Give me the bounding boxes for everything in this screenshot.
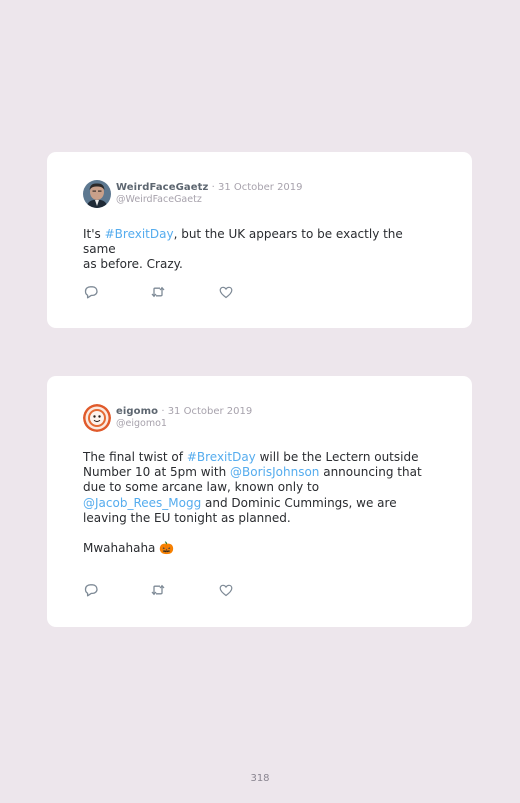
text-segment: The final twist of	[83, 450, 187, 464]
mention-link[interactable]: @Jacob_Rees_Mogg	[83, 496, 201, 510]
tweet-text-line: leaving the EU tonight as planned.	[83, 511, 433, 526]
separator-dot: ·	[208, 182, 218, 193]
tweet-text-line: The final twist of #BrexitDay will be th…	[83, 450, 433, 465]
author-name[interactable]: eigomo	[116, 406, 158, 417]
tweet-text-line: as before. Crazy.	[83, 257, 433, 272]
text-segment: due to some arcane law, known only to	[83, 480, 320, 495]
tweet-text-line: Mwahahaha 🎃	[83, 541, 433, 556]
tweet-text-line: @Jacob_Rees_Mogg and Dominic Cummings, w…	[83, 496, 433, 511]
tweet-text-line: Number 10 at 5pm with @BorisJohnson anno…	[83, 465, 433, 480]
reply-icon[interactable]	[83, 582, 99, 598]
page-number: 318	[250, 773, 270, 784]
reply-icon[interactable]	[83, 284, 99, 300]
text-segment: and Dominic Cummings, we are	[201, 495, 397, 510]
hashtag-link[interactable]: #BrexitDay	[187, 450, 256, 464]
avatar[interactable]	[83, 180, 111, 208]
retweet-icon[interactable]	[150, 284, 166, 300]
hashtag-link[interactable]: #BrexitDay	[105, 227, 174, 241]
like-icon[interactable]	[218, 284, 234, 300]
author-handle[interactable]: @eigomo1	[116, 418, 167, 430]
tweet-date[interactable]: 31 October 2019	[168, 406, 253, 417]
like-icon[interactable]	[218, 582, 234, 598]
mention-link[interactable]: @BorisJohnson	[230, 465, 319, 479]
tweet-date[interactable]: 31 October 2019	[218, 182, 303, 193]
author-line: eigomo · 31 October 2019	[116, 405, 252, 418]
text-segment: as before. Crazy.	[83, 257, 183, 272]
retweet-icon[interactable]	[150, 582, 166, 598]
tweet-body: The final twist of #BrexitDay will be th…	[83, 450, 433, 556]
text-segment: will be the Lectern outside	[255, 450, 419, 464]
author-name[interactable]: WeirdFaceGaetz	[116, 182, 208, 193]
tweet-text-line: due to some arcane law, known only to	[83, 480, 433, 495]
text-segment: announcing that	[319, 465, 422, 480]
text-segment: leaving the EU tonight as planned.	[83, 510, 291, 525]
avatar[interactable]	[83, 404, 111, 432]
author-line: WeirdFaceGaetz · 31 October 2019	[116, 181, 303, 194]
tweet-card: eigomo · 31 October 2019 @eigomo1 The fi…	[47, 376, 472, 627]
author-handle[interactable]: @WeirdFaceGaetz	[116, 194, 202, 206]
tweet-card: WeirdFaceGaetz · 31 October 2019 @WeirdF…	[47, 152, 472, 328]
tweet-text-line: It's #BrexitDay, but the UK appears to b…	[83, 227, 433, 257]
tweet-body: It's #BrexitDay, but the UK appears to b…	[83, 227, 433, 273]
separator-dot: ·	[158, 406, 168, 417]
text-segment: It's	[83, 227, 105, 241]
text-segment: Number 10 at 5pm with	[83, 465, 231, 480]
text-segment: Mwahahaha 🎃	[83, 541, 175, 556]
